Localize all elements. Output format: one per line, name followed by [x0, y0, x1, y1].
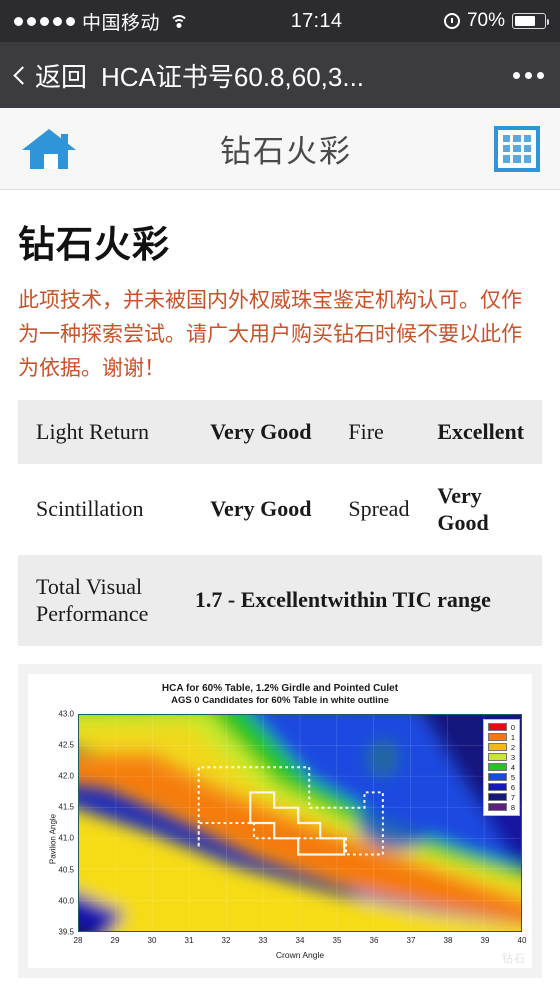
legend-swatch	[487, 783, 507, 792]
x-tick-label: 35	[332, 935, 342, 945]
legend-item: 6	[487, 782, 515, 792]
metric-label: Spread	[348, 496, 410, 522]
metric-value: Excellent	[437, 419, 525, 445]
battery-percent-label: 70%	[466, 10, 505, 31]
chart-title: HCA for 60% Table, 1.2% Girdle and Point…	[161, 682, 399, 694]
total-value: 1.7 - Excellentwithin TIC range	[194, 587, 491, 613]
heatmap	[78, 713, 522, 932]
app-header-title: 钻石火彩	[220, 134, 352, 169]
legend-swatch	[487, 723, 507, 732]
back-button[interactable]: 返回	[13, 57, 88, 94]
x-tick-label: 36	[369, 935, 379, 945]
legend-swatch	[487, 803, 507, 812]
legend-item: 1	[487, 732, 515, 742]
y-tick-label: 41.5	[58, 802, 74, 812]
status-bar-left: 中国移动	[14, 8, 189, 35]
legend-swatch	[487, 793, 507, 802]
legend-swatch	[487, 743, 507, 752]
status-bar: 中国移动 17:14 70%	[0, 0, 560, 42]
y-tick-label: 40.0	[58, 896, 74, 906]
metric-label: Light Return	[36, 419, 150, 445]
x-tick-label: 38	[443, 935, 453, 945]
legend-label: 3	[510, 752, 515, 762]
chart-subtitle: AGS 0 Candidates for 60% Table in white …	[171, 695, 389, 707]
legend-swatch	[487, 753, 507, 762]
x-tick-label: 30	[147, 935, 157, 945]
legend-label: 8	[510, 802, 515, 812]
x-tick-label: 40	[517, 935, 527, 945]
total-label: Total Visual Performance	[36, 573, 149, 627]
x-tick-label: 37	[406, 935, 416, 945]
legend-label: 0	[510, 722, 515, 732]
x-tick-label: 34	[295, 935, 305, 945]
x-axis-label: Crown Angle	[275, 949, 325, 960]
hca-chart-container: HCA for 60% Table, 1.2% Girdle and Point…	[18, 663, 542, 978]
hca-chart: HCA for 60% Table, 1.2% Girdle and Point…	[28, 673, 532, 968]
table-row: Light Return Very Good Fire Excellent	[18, 400, 542, 464]
legend-item: 0	[487, 722, 515, 732]
x-tick-label: 33	[258, 935, 268, 945]
y-tick-label: 40.5	[58, 865, 74, 875]
legend-item: 7	[487, 792, 515, 802]
wifi-icon	[169, 14, 189, 29]
metric-label: Fire	[348, 419, 384, 445]
legend-swatch	[487, 763, 507, 772]
chart-legend: 012345678	[482, 718, 520, 816]
battery-icon	[512, 13, 549, 29]
y-tick-label: 43.0	[58, 709, 74, 719]
legend-item: 8	[487, 802, 515, 812]
legend-label: 7	[510, 792, 515, 802]
nav-title: HCA证书号60.8,60,3...	[101, 61, 365, 92]
y-axis-ticks: 39.5 40.0 40.5 41.0 41.5 42.0 42.5 43.0	[44, 709, 74, 936]
legend-item: 3	[487, 752, 515, 762]
status-bar-right: 70%	[443, 10, 549, 32]
y-tick-label: 42.0	[58, 771, 74, 781]
legend-swatch	[487, 773, 507, 782]
more-options-button[interactable]	[513, 71, 544, 79]
legend-label: 4	[510, 762, 515, 772]
x-tick-label: 32	[221, 935, 231, 945]
legend-label: 5	[510, 772, 515, 782]
legend-swatch	[487, 733, 507, 742]
y-tick-label: 41.0	[58, 833, 74, 843]
metric-value: Very Good	[210, 496, 312, 522]
x-tick-label: 39	[480, 935, 490, 945]
metric-value: Very Good	[210, 419, 312, 445]
watermark: 钻石	[502, 952, 526, 965]
signal-strength-icon	[14, 16, 75, 26]
navigation-bar: 返回 HCA证书号60.8,60,3...	[0, 42, 560, 108]
app-header: 钻石火彩	[0, 108, 560, 190]
status-bar-clock: 17:14	[290, 9, 343, 32]
table-row: Scintillation Very Good Spread Very Good	[18, 463, 542, 555]
x-tick-label: 28	[73, 935, 83, 945]
legend-label: 2	[510, 742, 515, 752]
x-tick-label: 31	[184, 935, 194, 945]
legend-item: 5	[487, 772, 515, 782]
x-axis-ticks: 28 29 30 31 32 33 34 35 36 37 38 39 40	[74, 934, 527, 950]
page-title: 钻石火彩	[18, 224, 170, 265]
y-tick-label: 39.5	[58, 927, 74, 937]
carrier-label: 中国移动	[82, 12, 161, 34]
legend-label: 1	[510, 732, 515, 742]
table-row-total: Total Visual Performance 1.7 - Excellent…	[18, 554, 542, 646]
chevron-left-icon	[13, 65, 32, 85]
back-button-label: 返回	[35, 61, 88, 92]
legend-label: 6	[510, 782, 515, 792]
plot-area: Pavilion Angle 39.5 40.0 40.5 41.0 41.5 42.0 4…	[34, 709, 527, 964]
legend-item: 4	[487, 762, 515, 772]
metric-value: Very Good	[437, 482, 489, 536]
y-tick-label: 42.5	[58, 740, 74, 750]
results-table: Light Return Very Good Fire Excellent Sc…	[0, 400, 560, 646]
x-tick-label: 29	[110, 935, 120, 945]
alarm-clock-icon	[443, 13, 460, 29]
metric-label: Scintillation	[36, 496, 144, 522]
disclaimer-text: 此项技术，并未被国内外权威珠宝鉴定机构认可。仅作为一种探索尝试。请广大用户购买钻…	[18, 289, 522, 381]
home-icon[interactable]	[20, 125, 78, 173]
grid-menu-icon[interactable]	[494, 125, 540, 172]
legend-item: 2	[487, 742, 515, 752]
